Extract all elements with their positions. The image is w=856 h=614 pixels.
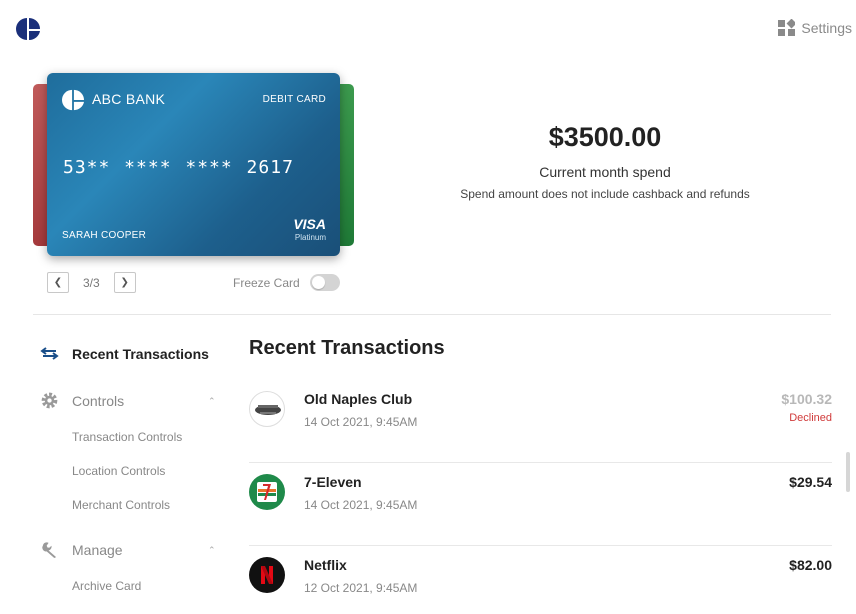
sidebar-item-label: Recent Transactions bbox=[72, 345, 209, 362]
gear-icon bbox=[41, 392, 58, 409]
sidebar-subitem-merchant-controls[interactable]: Merchant Controls bbox=[72, 498, 170, 512]
spend-label: Current month spend bbox=[539, 164, 671, 180]
card-tier: Platinum bbox=[294, 233, 326, 242]
visa-logo: VISA Platinum bbox=[293, 216, 326, 244]
debit-card[interactable]: ABC BANK DEBIT CARD 53** **** **** 2617 … bbox=[47, 73, 340, 256]
settings-button[interactable]: Settings bbox=[778, 19, 852, 36]
swap-arrows-icon bbox=[40, 347, 59, 360]
freeze-card-toggle[interactable] bbox=[309, 274, 340, 291]
card-type: DEBIT CARD bbox=[262, 94, 326, 105]
pager-label: 3/3 bbox=[83, 275, 100, 290]
spend-note: Spend amount does not include cashback a… bbox=[460, 187, 750, 201]
chevron-right-icon: ❯ bbox=[120, 277, 129, 288]
transaction-status-declined: Declined bbox=[789, 412, 832, 424]
spend-summary: $3500.00 Current month spend Spend amoun… bbox=[420, 122, 790, 201]
transaction-merchant: 7-Eleven bbox=[304, 474, 362, 490]
transaction-merchant: Old Naples Club bbox=[304, 391, 413, 407]
sidebar-subitem-location-controls[interactable]: Location Controls bbox=[72, 464, 165, 478]
card-network: VISA bbox=[293, 216, 326, 232]
transaction-date: 14 Oct 2021, 9:45AM bbox=[304, 415, 418, 429]
transaction-row[interactable]: Netflix 12 Oct 2021, 9:45AM $82.00 bbox=[249, 546, 832, 614]
merchant-logo-icon bbox=[249, 557, 285, 593]
merchant-logo-icon bbox=[249, 474, 285, 510]
prev-card-button[interactable]: ❮ bbox=[47, 272, 69, 293]
freeze-card-label: Freeze Card bbox=[233, 275, 300, 290]
next-card-button[interactable]: ❯ bbox=[113, 272, 136, 293]
bank-name: ABC BANK bbox=[92, 91, 166, 107]
transaction-amount: $82.00 bbox=[789, 557, 832, 573]
transaction-amount: $100.32 bbox=[781, 391, 832, 407]
toggle-knob bbox=[311, 276, 325, 289]
chevron-left-icon: ❮ bbox=[53, 277, 63, 288]
settings-icon bbox=[778, 19, 796, 36]
spend-amount: $3500.00 bbox=[548, 122, 662, 152]
transaction-amount: $29.54 bbox=[789, 474, 832, 490]
transaction-merchant: Netflix bbox=[304, 557, 347, 573]
settings-label: Settings bbox=[801, 19, 852, 36]
card-holder: SARAH COOPER bbox=[62, 230, 147, 241]
scrollbar-thumb[interactable] bbox=[846, 452, 850, 492]
sidebar-subitem-transaction-controls[interactable]: Transaction Controls bbox=[72, 430, 182, 444]
transaction-date: 14 Oct 2021, 9:45AM bbox=[304, 498, 418, 512]
sidebar-item-recent-transactions[interactable]: Recent Transactions bbox=[40, 344, 209, 363]
wrench-icon bbox=[42, 542, 57, 559]
sidebar-item-label: Manage bbox=[72, 541, 123, 558]
transaction-row[interactable]: 7-Eleven 14 Oct 2021, 9:45AM $29.54 bbox=[249, 463, 832, 546]
transaction-date: 12 Oct 2021, 9:45AM bbox=[304, 581, 418, 595]
card-pager: ❮ 3/3 ❯ bbox=[47, 272, 136, 293]
bank-logo-icon bbox=[62, 89, 84, 111]
card-number: 53** **** **** 2617 bbox=[63, 157, 294, 178]
sidebar-subitem-archive-card[interactable]: Archive Card bbox=[72, 579, 141, 593]
transactions-title: Recent Transactions bbox=[249, 337, 445, 359]
chevron-up-icon[interactable]: ⌃ bbox=[208, 396, 216, 407]
sidebar-item-manage[interactable]: Manage bbox=[40, 540, 123, 559]
sidebar-item-label: Controls bbox=[72, 392, 125, 409]
merchant-logo-icon bbox=[249, 391, 285, 427]
sidebar-item-controls[interactable]: Controls bbox=[40, 391, 124, 410]
transaction-row[interactable]: Old Naples Club 14 Oct 2021, 9:45AM $100… bbox=[249, 380, 832, 463]
app-logo-icon bbox=[16, 18, 40, 41]
section-divider bbox=[33, 314, 831, 315]
chevron-up-icon[interactable]: ⌃ bbox=[208, 545, 216, 556]
freeze-card-control: Freeze Card bbox=[233, 274, 340, 291]
